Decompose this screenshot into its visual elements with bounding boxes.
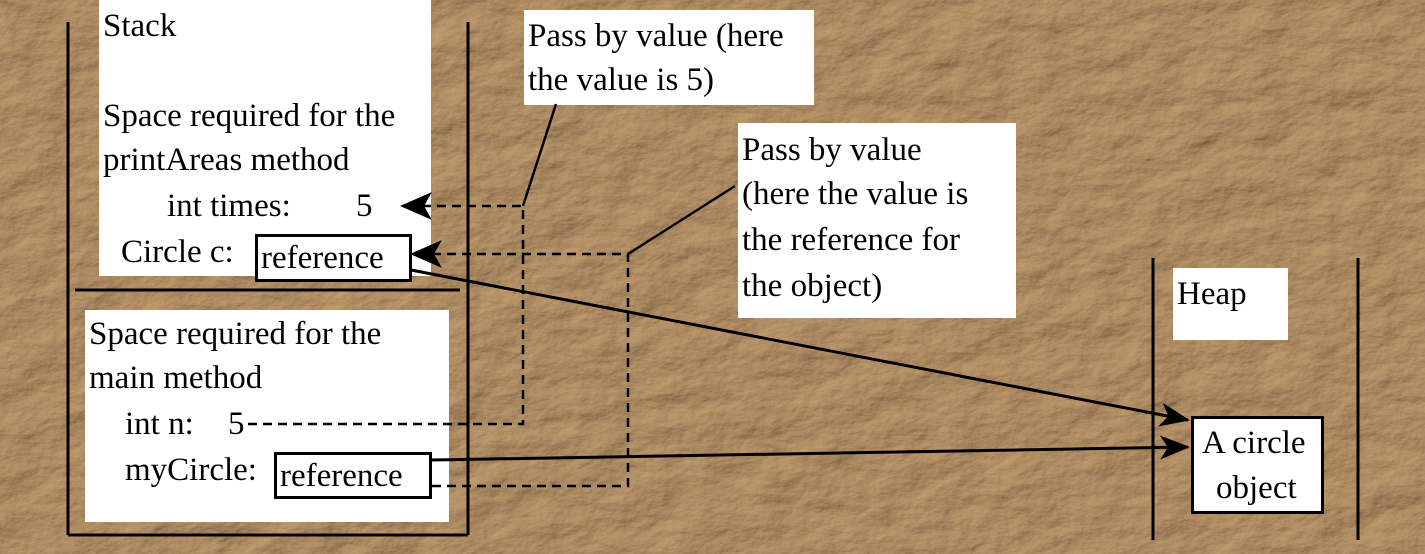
n-label: int n: bbox=[125, 406, 194, 442]
circle-object-box: A circle object bbox=[1191, 416, 1324, 514]
main-heading-line1: Space required for the bbox=[89, 316, 382, 352]
stack-title: Stack bbox=[103, 8, 177, 44]
mycircle-label: myCircle: bbox=[125, 452, 257, 488]
reference-callout-pointer bbox=[627, 184, 736, 256]
main-heading-line2: main method bbox=[89, 360, 263, 396]
reference-callout-line4: the object) bbox=[742, 268, 883, 304]
mycircle-reference-box: reference bbox=[274, 452, 432, 499]
circle-c-reference-box: reference bbox=[255, 234, 412, 282]
n-value: 5 bbox=[228, 406, 245, 442]
reference-callout-line1: Pass by value bbox=[742, 132, 922, 168]
reference-callout-line2: (here the value is bbox=[742, 176, 969, 212]
times-label: int times: bbox=[167, 188, 291, 224]
value-callout-line1: Pass by value (here bbox=[528, 18, 784, 54]
value-callout-line2: the value is 5) bbox=[528, 62, 715, 98]
value-callout-pointer bbox=[521, 103, 558, 207]
circle-c-label: Circle c: bbox=[121, 234, 234, 270]
print-areas-heading-line2: printAreas method bbox=[103, 142, 350, 178]
heap-title: Heap bbox=[1177, 276, 1247, 312]
circle-object-line2: object bbox=[1216, 470, 1297, 506]
reference-callout-line3: the reference for bbox=[742, 222, 960, 258]
mycircle-reference-arrow bbox=[431, 435, 1190, 462]
circle-object-line1: A circle bbox=[1202, 425, 1306, 461]
times-value: 5 bbox=[356, 188, 373, 224]
print-areas-heading-line1: Space required for the bbox=[103, 98, 396, 134]
